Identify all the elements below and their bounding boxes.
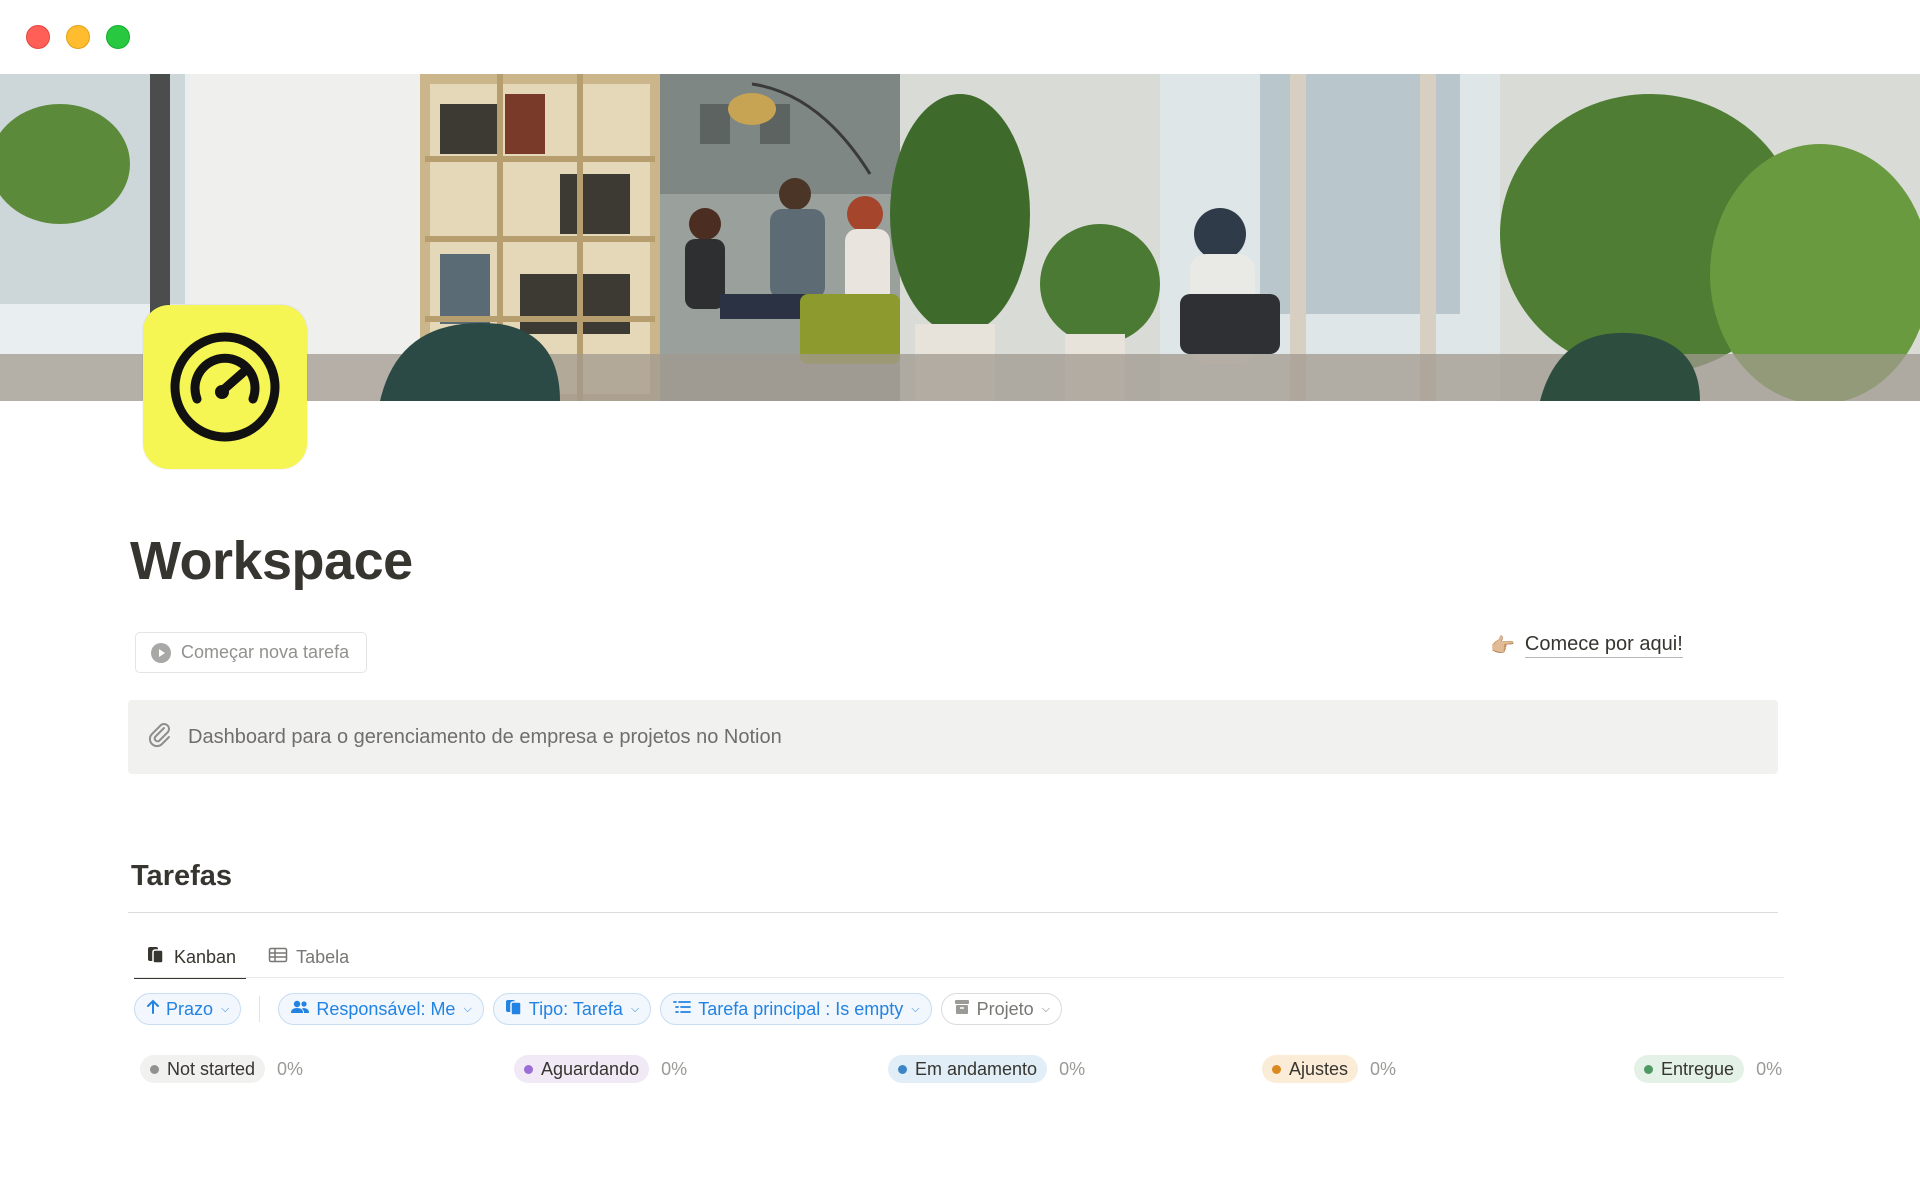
section-divider — [128, 912, 1778, 913]
window-titlebar — [0, 0, 1920, 74]
list-icon — [672, 999, 692, 1020]
status-label: Entregue — [1661, 1058, 1735, 1079]
chevron-down-icon: ⌵ — [630, 1002, 640, 1015]
sort-prazo-label: Prazo — [166, 998, 214, 1019]
status-dot — [1644, 1064, 1653, 1074]
filter-projeto-chip[interactable]: Projeto ⌵ — [940, 993, 1063, 1025]
tabs-divider — [134, 977, 1784, 978]
chevron-down-icon: ⌵ — [221, 1002, 230, 1015]
start-here-link[interactable]: 👉🏼 Comece por aqui! — [1490, 633, 1683, 658]
status-label: Aguardando — [541, 1058, 640, 1079]
sort-prazo-chip[interactable]: Prazo ⌵ — [134, 993, 242, 1025]
status-dot — [898, 1064, 907, 1074]
chevron-down-icon: ⌵ — [463, 1002, 472, 1015]
filter-tarefa-principal-label: Tarefa principal : Is empty — [698, 998, 904, 1019]
callout-text: Dashboard para o gerenciamento de empres… — [188, 725, 782, 748]
section-title: Tarefas — [131, 860, 233, 892]
status-label: Not started — [167, 1058, 256, 1079]
kanban-column-header: Entregue 0% — [1634, 1055, 1782, 1083]
page-icon[interactable] — [143, 305, 307, 469]
filter-projeto-label: Projeto — [976, 998, 1034, 1019]
filter-tipo-label: Tipo: Tarefa — [528, 998, 623, 1019]
column-percent: 0% — [277, 1058, 304, 1079]
cards-icon — [505, 998, 523, 1021]
status-dot — [1272, 1064, 1281, 1074]
play-icon — [151, 642, 171, 663]
filter-responsavel-chip[interactable]: Responsável: Me ⌵ — [278, 993, 484, 1025]
table-icon — [268, 945, 288, 970]
status-label: Ajustes — [1289, 1058, 1349, 1079]
column-percent: 0% — [1370, 1058, 1397, 1079]
column-percent: 0% — [1059, 1058, 1086, 1079]
status-dot — [524, 1064, 533, 1074]
kanban-board: Not started 0% Aguardando 0% Em andament… — [140, 1055, 1800, 1085]
filter-bar: Prazo ⌵ Responsável: Me ⌵ Tipo: Tarefa ⌵… — [134, 993, 1063, 1025]
view-tabs: Kanban Tabela — [134, 936, 359, 979]
column-percent: 0% — [661, 1058, 688, 1079]
kanban-column-header: Em andamento 0% — [888, 1055, 1085, 1083]
filter-tipo-chip[interactable]: Tipo: Tarefa ⌵ — [492, 993, 652, 1025]
status-badge[interactable]: Em andamento — [888, 1055, 1048, 1083]
status-badge[interactable]: Not started — [140, 1055, 266, 1083]
kanban-column-header: Aguardando 0% — [514, 1055, 687, 1083]
arrow-up-icon — [146, 999, 160, 1020]
speedometer-icon — [170, 332, 280, 442]
status-badge[interactable]: Aguardando — [514, 1055, 650, 1083]
tab-kanban[interactable]: Kanban — [134, 936, 247, 979]
filter-tarefa-principal-chip[interactable]: Tarefa principal : Is empty ⌵ — [660, 993, 932, 1025]
tab-kanban-label: Kanban — [174, 946, 237, 967]
kanban-column-header: Ajustes 0% — [1262, 1055, 1396, 1083]
kanban-icon — [146, 945, 166, 970]
tab-tabela-label: Tabela — [296, 946, 350, 967]
close-window-button[interactable] — [26, 25, 50, 49]
page-title: Workspace — [130, 531, 413, 591]
status-dot — [150, 1064, 159, 1074]
paperclip-icon — [146, 721, 174, 754]
chevron-down-icon: ⌵ — [1041, 1002, 1051, 1015]
filter-separator — [259, 996, 261, 1022]
filter-responsavel-label: Responsável: Me — [316, 998, 456, 1019]
minimize-window-button[interactable] — [66, 25, 90, 49]
tab-tabela[interactable]: Tabela — [256, 936, 359, 978]
status-label: Em andamento — [915, 1058, 1038, 1079]
start-here-label: Comece por aqui! — [1524, 633, 1683, 658]
start-new-task-button[interactable]: Começar nova tarefa — [135, 632, 368, 673]
zoom-window-button[interactable] — [106, 25, 130, 49]
chevron-down-icon: ⌵ — [911, 1002, 920, 1015]
kanban-column-header: Not started 0% — [140, 1055, 303, 1083]
column-percent: 0% — [1756, 1058, 1783, 1079]
start-new-task-label: Começar nova tarefa — [181, 642, 350, 662]
archive-icon — [953, 998, 971, 1021]
status-badge[interactable]: Entregue — [1634, 1055, 1745, 1083]
status-badge[interactable]: Ajustes — [1262, 1055, 1359, 1083]
callout-block[interactable]: Dashboard para o gerenciamento de empres… — [128, 700, 1778, 774]
people-icon — [290, 999, 310, 1020]
pointing-hand-icon: 👉🏼 — [1490, 635, 1515, 657]
